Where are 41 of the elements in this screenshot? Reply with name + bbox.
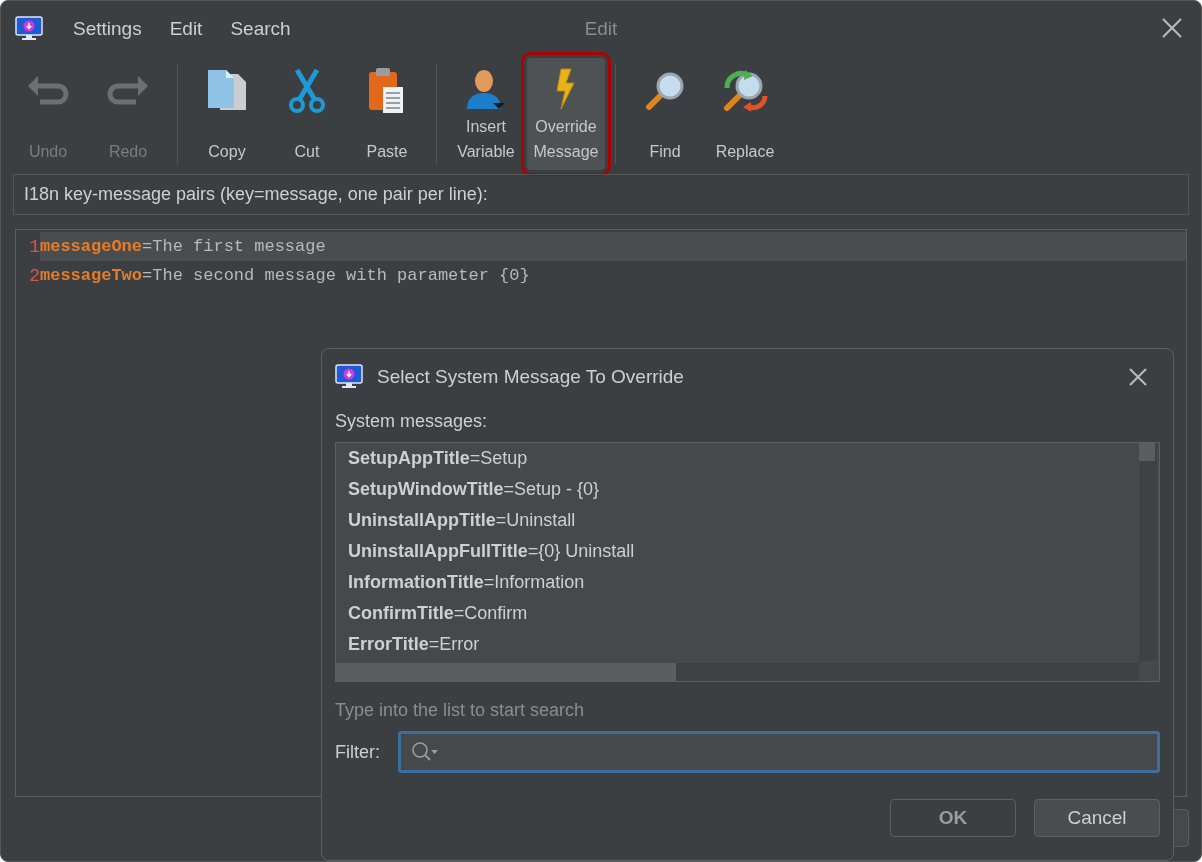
close-icon[interactable] <box>1128 367 1148 387</box>
menu-item[interactable]: Edit <box>157 11 215 46</box>
window-title: Edit <box>584 17 618 39</box>
list-item[interactable]: ErrorTitle=Error <box>336 629 1159 660</box>
scissors-icon <box>287 68 327 114</box>
list-item[interactable]: SetupWindowTitle=Setup - {0} <box>336 474 1159 505</box>
search-icon <box>411 741 439 763</box>
menu-item[interactable]: Settings <box>61 11 154 46</box>
filter-label: Filter: <box>335 741 380 763</box>
toolbar-button[interactable]: Replace <box>706 58 784 170</box>
app-monitor-icon <box>335 364 363 390</box>
message-list[interactable]: SetupAppTitle=Setup SetupWindowTitle=Setup - {0} UninstallAppTitle=Uninstall UninstallAppFullTitle={0} Uninstall InformationTitle=Information ConfirmTitle=Confirm ErrorTitle=Error <box>335 442 1160 682</box>
toolbar-button[interactable]: Cut <box>268 58 346 170</box>
close-icon[interactable] <box>1161 17 1183 39</box>
app-monitor-icon <box>15 15 43 42</box>
user-icon <box>465 67 507 111</box>
undo-arrow-icon <box>26 74 70 108</box>
line-number: 1 <box>28 236 40 257</box>
toolbar-button[interactable]: Insert Variable <box>447 58 525 170</box>
list-item[interactable]: UninstallAppFullTitle={0} Uninstall <box>336 536 1159 567</box>
redo-arrow-icon <box>106 74 150 108</box>
toolbar-button[interactable]: Copy <box>188 58 266 170</box>
hint-text: Type into the list to start search <box>335 700 586 721</box>
list-item[interactable]: UninstallAppTitle=Uninstall <box>336 505 1159 536</box>
list-item[interactable]: InformationTitle=Information <box>336 567 1159 598</box>
magnifier-arrows-icon <box>721 68 769 114</box>
dialog-title: Select System Message To Override <box>377 366 684 388</box>
line-number: 2 <box>28 265 40 286</box>
list-item[interactable]: ConfirmTitle=Confirm <box>336 598 1159 629</box>
menu-item[interactable]: Search <box>218 11 303 46</box>
filter-field[interactable] <box>398 731 1160 773</box>
horizontal-scrollbar[interactable] <box>336 663 1139 681</box>
field-label: I18n key-message pairs (key=message, one pair per line): <box>13 174 1189 215</box>
list-item[interactable]: SetupAppTitle=Setup <box>336 443 1159 474</box>
ok-button[interactable]: OK <box>890 799 1016 837</box>
list-label: System messages: <box>335 411 489 432</box>
cancel-button[interactable]: Cancel <box>1034 799 1160 837</box>
toolbar-button[interactable]: Find <box>626 58 704 170</box>
code-line: messageTwo=The second message with parameter {0} <box>40 265 531 287</box>
vertical-scrollbar[interactable] <box>1139 443 1157 661</box>
toolbar-button[interactable]: Paste <box>348 58 426 170</box>
